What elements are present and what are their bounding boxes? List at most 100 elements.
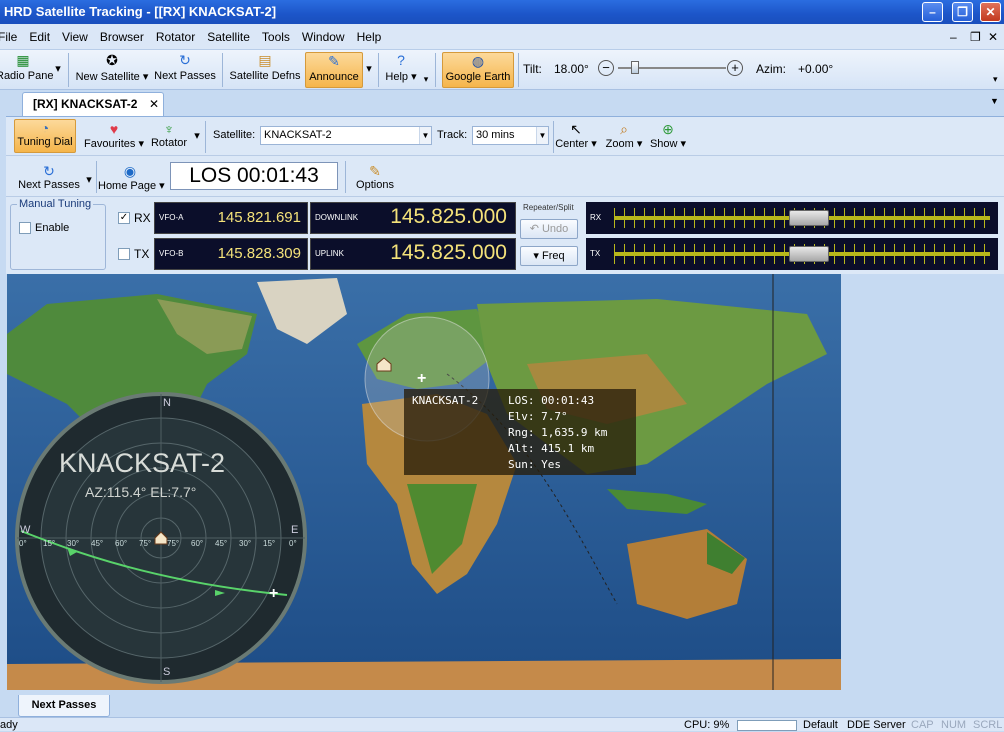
satellite-crosshair-icon: +: [417, 370, 427, 387]
polar-plot: KNACKSAT-2 AZ:115.4° EL:7.7° N S E W 0° …: [15, 392, 307, 684]
next-passes-button[interactable]: ↻ Next Passes: [154, 52, 216, 88]
tab-next-passes[interactable]: Next Passes: [18, 695, 110, 717]
menu-window[interactable]: Window: [296, 24, 351, 50]
tooltip-sun: Sun: Yes: [508, 458, 561, 471]
vfo-a-frequency: 145.821.691: [217, 209, 301, 226]
favourites-button[interactable]: ♥ Favourites ▾: [82, 121, 146, 150]
menu-file[interactable]: File: [0, 24, 23, 50]
globe-icon: ◉: [123, 163, 137, 179]
status-scrl: SCRL: [973, 719, 1003, 731]
compass-w: W: [20, 524, 31, 536]
help-button[interactable]: ? Help ▾: [383, 52, 419, 88]
tx-meter[interactable]: TX: [586, 238, 998, 270]
enable-label: Enable: [35, 222, 70, 234]
satellite-label: Satellite:: [213, 129, 256, 141]
compass-s: S: [163, 666, 171, 678]
tuning-dial-button[interactable]: ◔ Tuning Dial: [14, 119, 76, 153]
status-dde: DDE Server: [847, 719, 906, 731]
menu-help[interactable]: Help: [351, 24, 388, 50]
enable-checkbox[interactable]: [19, 222, 31, 234]
refresh-arrow-icon: ↻: [179, 52, 191, 68]
rx-checkbox[interactable]: ✓: [118, 212, 130, 224]
maximize-button[interactable]: ❐: [952, 2, 973, 22]
satellite-defns-button[interactable]: ▤ Satellite Defns: [228, 52, 302, 88]
uplink-display[interactable]: UPLINK 145.825.000: [310, 238, 516, 270]
tilt-label: Tilt:: [523, 62, 542, 76]
vfo-b-display[interactable]: VFO-B 145.828.309: [154, 238, 308, 270]
rotator-dropdown-icon[interactable]: ▾: [192, 129, 202, 142]
satellite-select[interactable]: KNACKSAT-2 ▼: [260, 126, 432, 145]
chevron-down-icon: ▼: [419, 127, 431, 144]
heart-icon: ♥: [109, 121, 119, 137]
announce-button[interactable]: ✎ Announce: [305, 52, 363, 88]
menu-tools[interactable]: Tools: [256, 24, 296, 50]
options-icon: ✎: [369, 163, 381, 179]
menu-satellite[interactable]: Satellite: [201, 24, 256, 50]
tilt-slider[interactable]: [618, 61, 726, 74]
home-page-button[interactable]: ◉ Home Page ▾: [98, 163, 165, 192]
globe-icon: ◍: [471, 53, 485, 69]
tx-slider-thumb[interactable]: [788, 246, 829, 262]
mdi-restore-icon[interactable]: ❐: [970, 30, 981, 44]
new-satellite-button[interactable]: ✪ New Satellite ▾: [74, 52, 150, 88]
menu-rotator[interactable]: Rotator: [150, 24, 201, 50]
vfo-a-display[interactable]: VFO-A 145.821.691: [154, 202, 308, 234]
track-select[interactable]: 30 mins ▼: [472, 126, 549, 145]
satellite-icon: ✪: [106, 52, 118, 68]
polar-azel: AZ:115.4° EL:7.7°: [85, 484, 197, 500]
mdi-minimize-icon[interactable]: –: [950, 30, 957, 44]
downlink-display[interactable]: DOWNLINK 145.825.000: [310, 202, 516, 234]
help-icon: ?: [397, 52, 405, 68]
refresh-arrow-icon: ↻: [43, 163, 55, 179]
google-earth-button[interactable]: ◍ Google Earth: [442, 52, 514, 88]
status-ready: Ready: [0, 719, 18, 731]
rx-meter[interactable]: RX: [586, 202, 998, 234]
tab-knacksat-2[interactable]: [RX] KNACKSAT-2 ✕: [22, 92, 164, 116]
next-passes-button-2[interactable]: ↻ Next Passes: [14, 163, 84, 191]
radio-grid-icon: ▦: [16, 52, 30, 68]
status-cap: CAP: [911, 719, 934, 731]
polar-satellite-name: KNACKSAT-2: [59, 448, 226, 478]
tilt-increase-button[interactable]: +: [727, 60, 743, 76]
cursor-icon: ↖: [570, 121, 582, 137]
announce-icon: ✎: [328, 53, 340, 69]
status-bar: Ready CPU: 9% Default DDE Server CAP NUM…: [0, 717, 1004, 731]
center-button[interactable]: ↖ Center ▾: [554, 121, 598, 150]
downlink-frequency: 145.825.000: [390, 205, 507, 228]
freq-button[interactable]: ▾ Freq: [520, 246, 578, 266]
status-cpu: CPU: 9%: [684, 719, 730, 731]
track-label: Track:: [437, 129, 468, 141]
chevron-down-icon: ▼: [536, 127, 548, 144]
chevron-down-icon: ▾: [533, 250, 539, 262]
tx-checkbox[interactable]: [118, 248, 130, 260]
tab-close-icon[interactable]: ✕: [149, 93, 159, 115]
minimize-button[interactable]: –: [922, 2, 943, 22]
magnifier-icon: ⌕: [620, 121, 628, 137]
plus-circle-icon: ⊕: [662, 121, 674, 137]
next-passes-dropdown-icon[interactable]: ▾: [84, 173, 94, 186]
show-button[interactable]: ⊕ Show ▾: [648, 121, 688, 150]
compass-e: E: [291, 524, 299, 536]
manual-tuning-title: Manual Tuning: [17, 198, 94, 210]
options-button[interactable]: ✎ Options: [352, 163, 398, 191]
undo-icon: ↶: [529, 223, 539, 235]
undo-button[interactable]: ↶ Undo: [520, 219, 578, 239]
bottom-tabs: [0, 691, 1004, 717]
tilt-slider-thumb[interactable]: [631, 61, 639, 74]
close-button[interactable]: ✕: [980, 2, 1001, 22]
mdi-close-icon[interactable]: ✕: [988, 30, 998, 44]
menu-view[interactable]: View: [56, 24, 94, 50]
menu-browser[interactable]: Browser: [94, 24, 150, 50]
cpu-progress-bar: [737, 720, 797, 731]
tab-list-icon[interactable]: ▼: [990, 96, 999, 106]
tilt-decrease-button[interactable]: −: [598, 60, 614, 76]
menu-edit[interactable]: Edit: [23, 24, 56, 50]
tab-label: [RX] KNACKSAT-2: [33, 97, 138, 111]
tilt-value: 18.00°: [554, 62, 589, 76]
azim-label: Azim:: [756, 62, 786, 76]
rx-slider-thumb[interactable]: [788, 210, 829, 226]
zoom-button[interactable]: ⌕ Zoom ▾: [604, 121, 644, 150]
ribbon-scroll-icon[interactable]: ▾: [993, 74, 998, 85]
radio-pane-button[interactable]: ▦ Radio Pane: [0, 52, 54, 88]
rotator-button[interactable]: ♆ Rotator: [148, 121, 190, 149]
